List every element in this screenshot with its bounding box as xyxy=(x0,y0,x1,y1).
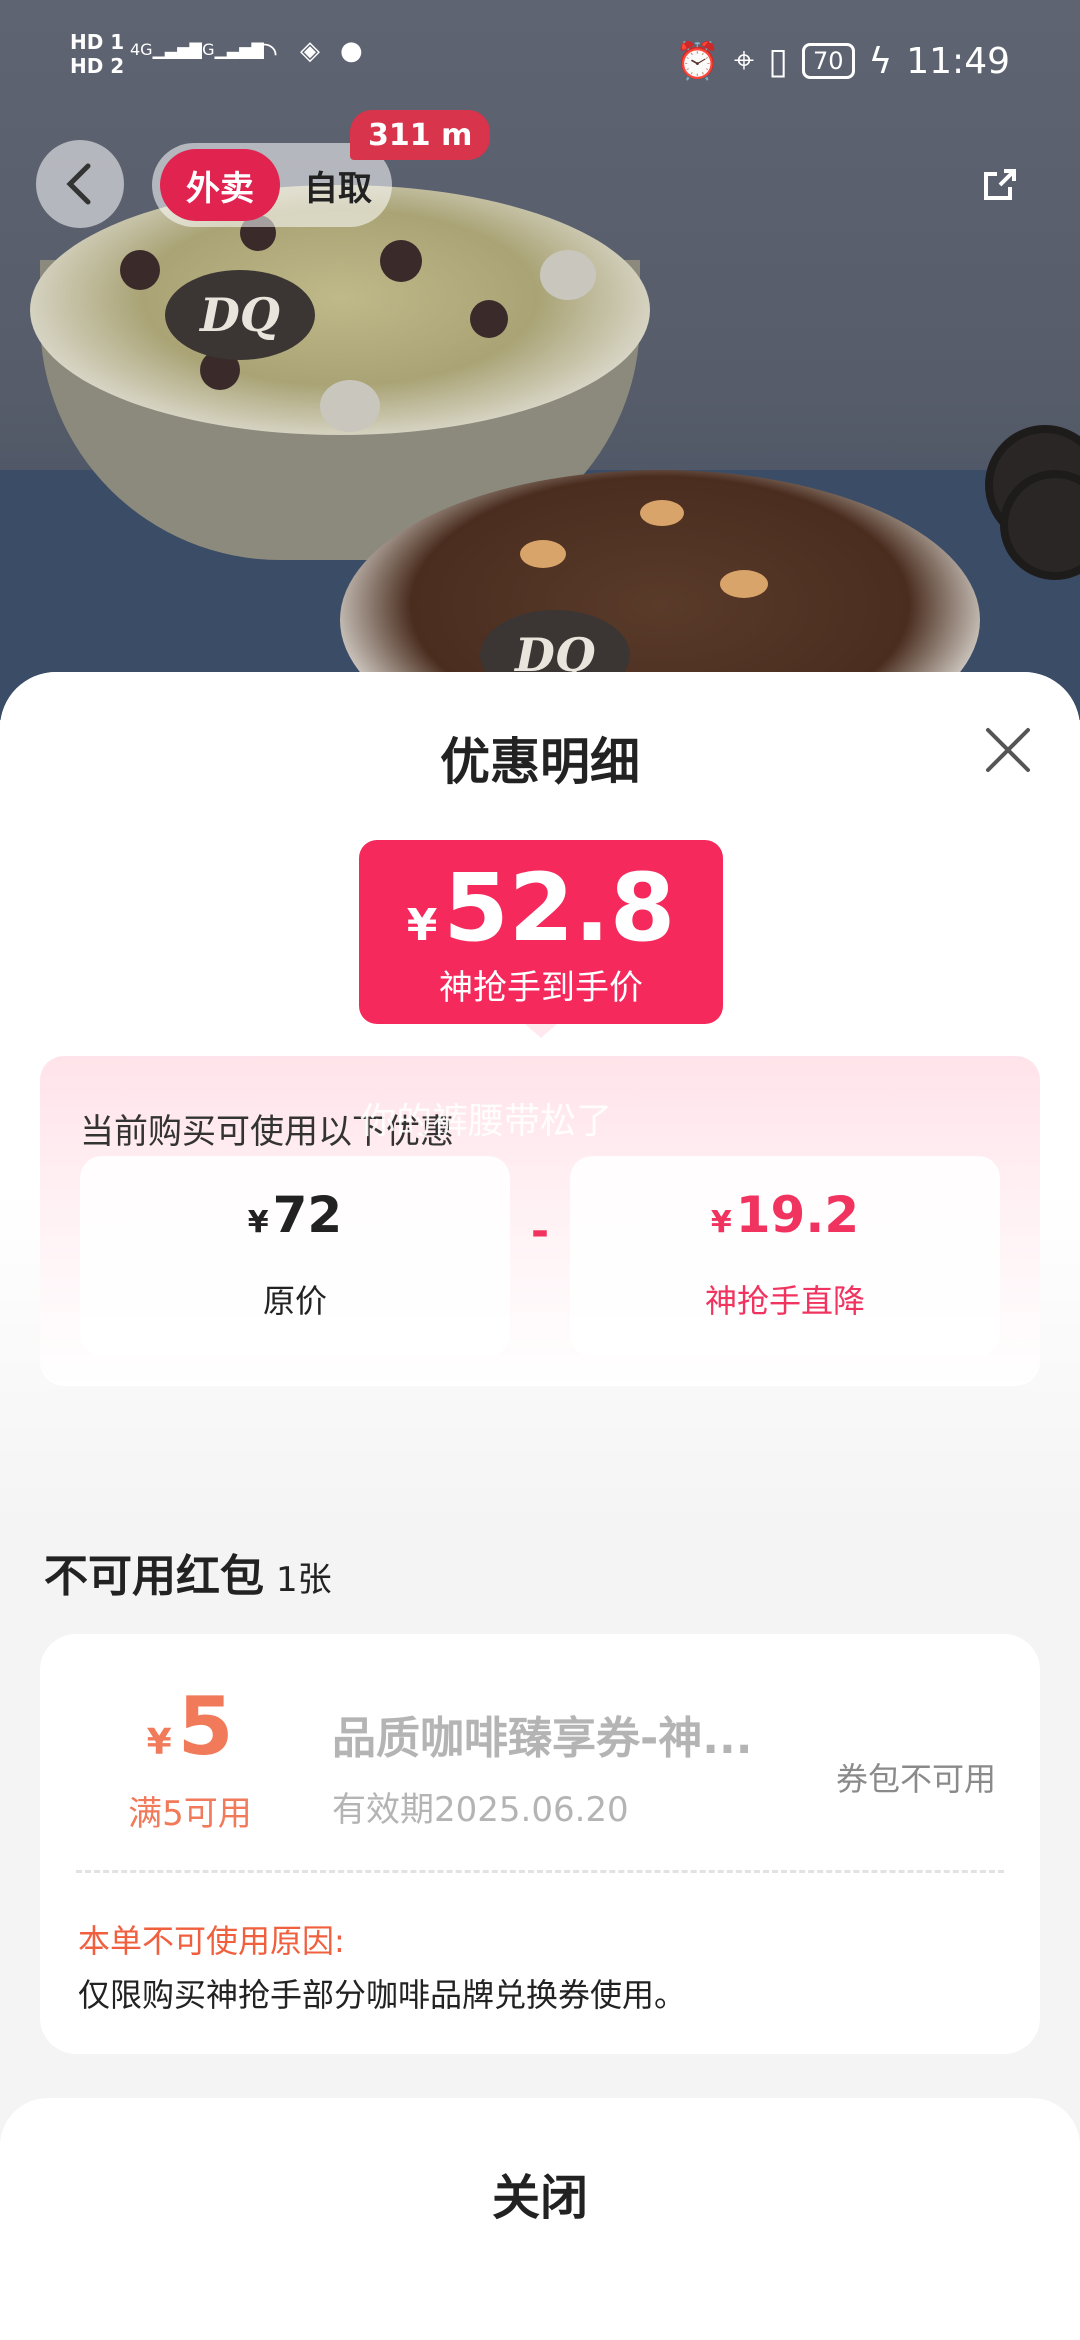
distance-badge: 311 m xyxy=(350,110,491,160)
discount-amount: ¥19.2 xyxy=(710,1186,860,1244)
location-icon: ⌖ xyxy=(733,40,755,81)
original-price-card: ¥72 原价 xyxy=(80,1156,510,1356)
discount-card: ¥19.2 神抢手直降 xyxy=(570,1156,1000,1356)
badge-pointer xyxy=(525,1024,557,1038)
shield-icon: ◈ xyxy=(300,36,320,66)
sim-indicators: HD 1 HD 2 xyxy=(70,30,124,78)
dashed-divider xyxy=(76,1870,1004,1873)
share-icon xyxy=(984,169,1016,200)
vibrate-icon: ▯ xyxy=(768,40,788,82)
coupon-status: 券包不可用 xyxy=(836,1760,997,1798)
back-button[interactable] xyxy=(36,140,124,228)
product-image: DQ DQ HD 1 HD 2 4G▁▃▅▇ 5G▁▃▅▇ ◠ ◈ ● ⏰ ⌖ … xyxy=(0,0,1080,720)
almond xyxy=(720,570,768,598)
status-bar: HD 1 HD 2 4G▁▃▅▇ 5G▁▃▅▇ ◠ ◈ ● ⏰ ⌖ ▯ 70 ϟ… xyxy=(0,0,1080,120)
almond xyxy=(520,540,566,568)
topping xyxy=(540,250,596,300)
topping xyxy=(120,250,160,290)
reason-title: 本单不可使用原因: xyxy=(78,1922,345,1960)
alarm-icon: ⏰ xyxy=(675,41,720,82)
almond xyxy=(640,500,684,526)
clock: 11:49 xyxy=(906,40,1010,82)
sheet-footer: 关闭 xyxy=(0,2098,1080,2340)
discount-detail-sheet: 优惠明细 ¥52.8 神抢手到手价 当前购买可使用以下优惠 你的裤腰带松了 ¥7… xyxy=(0,672,1080,2340)
reason-text: 仅限购买神抢手部分咖啡品牌兑换券使用。 xyxy=(78,1976,687,2014)
wechat-icon: ● xyxy=(340,36,363,66)
watermark-text: 你的裤腰带松了 xyxy=(360,1101,613,1142)
tab-delivery[interactable]: 外卖 xyxy=(160,149,280,221)
minus-sign: - xyxy=(530,1206,550,1257)
close-button[interactable] xyxy=(980,722,1036,778)
share-button[interactable] xyxy=(975,160,1025,210)
status-right: ⏰ ⌖ ▯ 70 ϟ 11:49 xyxy=(675,40,1010,82)
coupon-amount: ¥5 xyxy=(146,1680,234,1773)
coupon-expiry: 有效期2025.06.20 xyxy=(332,1790,629,1830)
dq-logo: DQ xyxy=(165,270,315,360)
unavailable-heading: 不可用红包 1张 xyxy=(44,1551,332,1602)
coupon-condition: 满5可用 xyxy=(128,1794,252,1834)
sheet-title: 优惠明细 xyxy=(440,733,640,791)
close-sheet-button[interactable]: 关闭 xyxy=(0,2158,1080,2228)
sim1-label: HD 1 xyxy=(70,30,125,54)
topping xyxy=(320,380,380,432)
sim2-label: HD 2 xyxy=(70,54,125,78)
original-price-label: 原价 xyxy=(262,1282,327,1320)
promo-breakdown: 当前购买可使用以下优惠 你的裤腰带松了 ¥72 原价 - ¥19.2 神抢手直降 xyxy=(40,1056,1040,1386)
final-price-badge: ¥52.8 神抢手到手价 xyxy=(359,840,723,1024)
battery-icon: 70 xyxy=(801,43,855,79)
back-arrow-icon xyxy=(66,163,91,205)
charging-icon: ϟ xyxy=(868,40,893,82)
original-price: ¥72 xyxy=(247,1186,343,1244)
topping xyxy=(380,240,422,282)
close-icon xyxy=(986,728,1030,772)
final-price-label: 神抢手到手价 xyxy=(439,968,643,1008)
wifi-icon: ◠ xyxy=(252,36,279,71)
topping xyxy=(470,300,508,338)
discount-label: 神抢手直降 xyxy=(704,1282,865,1320)
coupon-title: 品质咖啡臻享券-神... xyxy=(332,1713,753,1764)
coupon-card: ¥5 满5可用 品质咖啡臻享券-神... 有效期2025.06.20 券包不可用… xyxy=(40,1634,1040,2054)
unavailable-count: 1张 xyxy=(276,1560,332,1600)
